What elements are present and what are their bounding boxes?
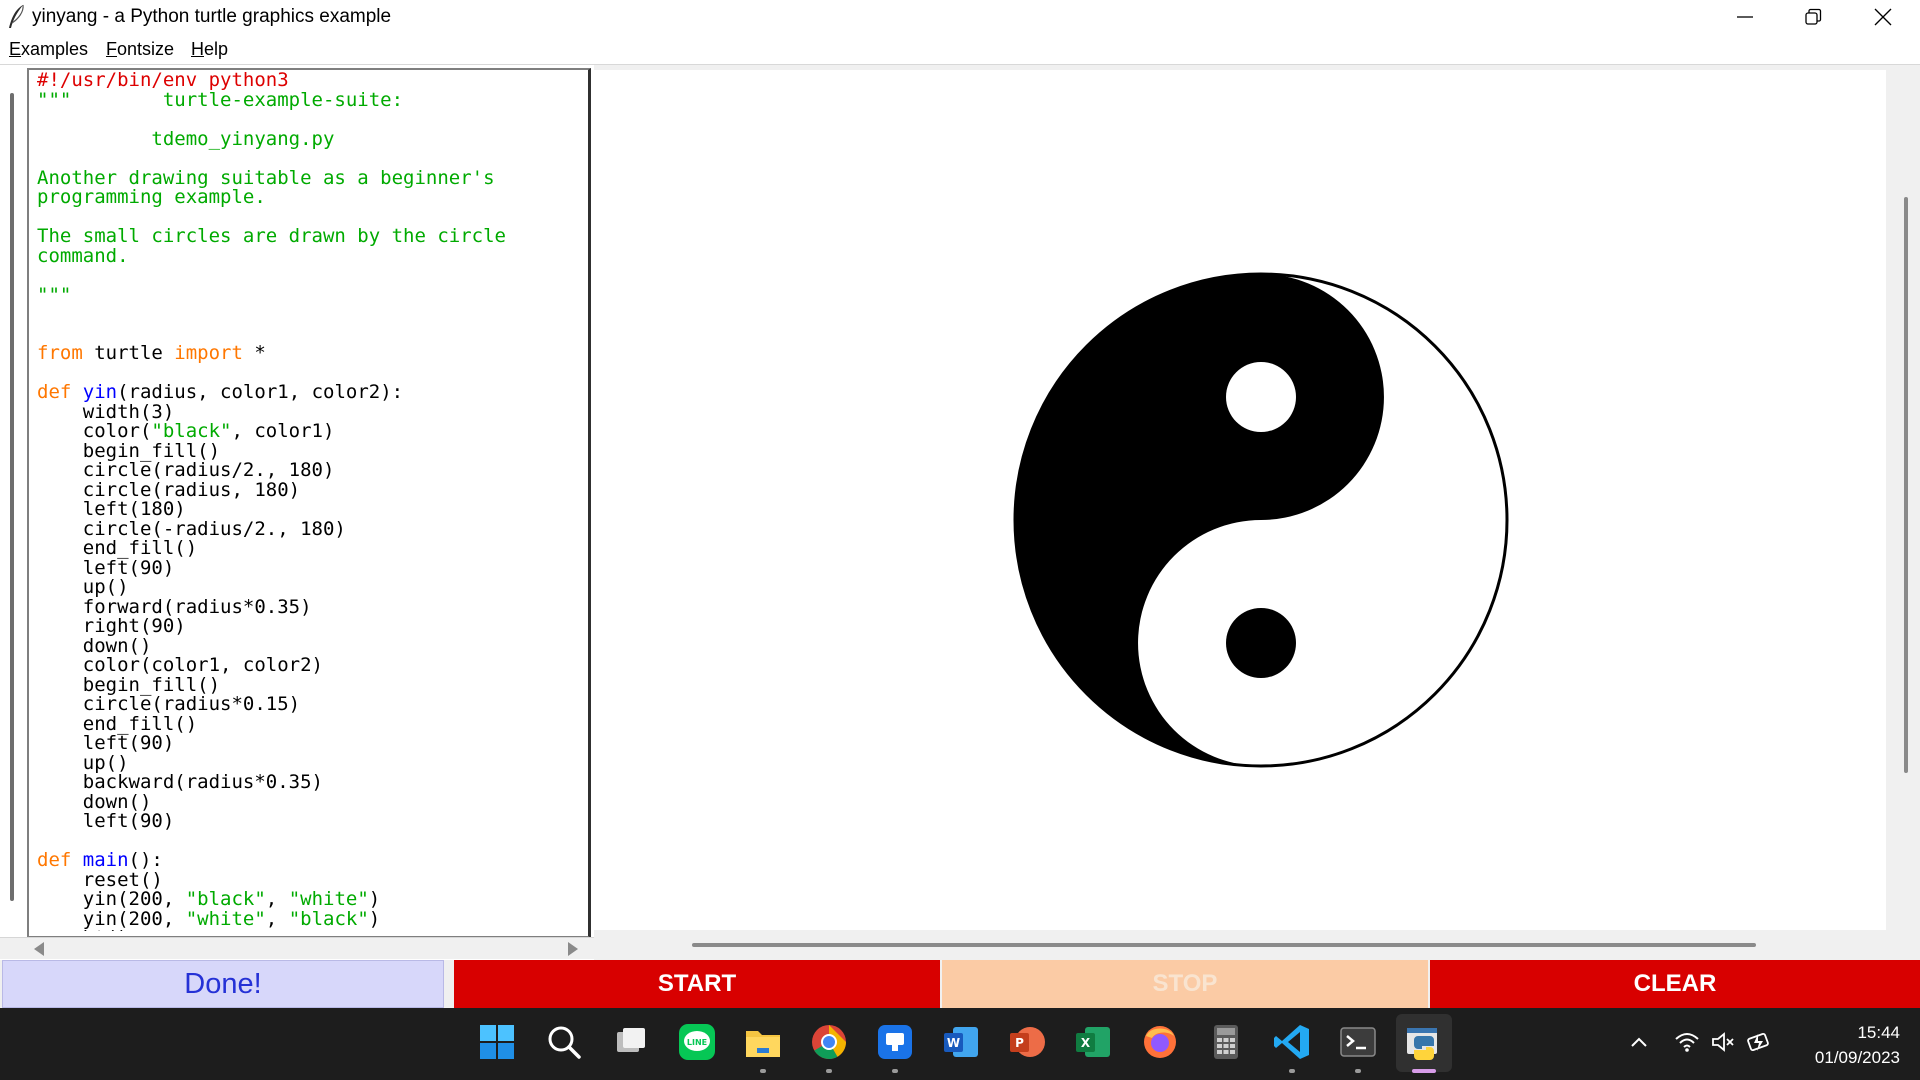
file-explorer-icon[interactable] (743, 1022, 783, 1062)
excel-icon[interactable]: X (1073, 1022, 1113, 1062)
code-line: """ (37, 283, 585, 306)
canvas-horizontal-scrollbar[interactable] (692, 943, 1756, 947)
window-title: yinyang - a Python turtle graphics examp… (32, 6, 392, 27)
windows-start-icon[interactable] (477, 1022, 517, 1062)
menu-fontsize[interactable]: Fontsize (106, 39, 174, 60)
vscode-running-indicator (1289, 1069, 1295, 1073)
clock-time: 15:44 (1857, 1023, 1900, 1042)
code-token: command. (37, 244, 129, 267)
clock-date: 01/09/2023 (1814, 1048, 1900, 1067)
battery-charging-icon[interactable] (1746, 1030, 1772, 1054)
svg-text:P: P (1015, 1036, 1024, 1050)
code-line: left(90) (37, 810, 585, 832)
firefox-icon[interactable] (1140, 1022, 1180, 1062)
task-view-icon[interactable] (611, 1022, 651, 1062)
code-panel: #!/usr/bin/env python3 """ turtle-example… (0, 65, 594, 960)
restore-button[interactable] (1780, 0, 1846, 34)
code-token: ) (368, 907, 381, 930)
code-line: command. (37, 244, 585, 267)
code-token: "black" (288, 907, 369, 930)
yinyang-black-dot (1226, 608, 1296, 678)
taskbar: LINE W P X 15:44 01/09/2023 (0, 1008, 1920, 1080)
menu-examples-label: xamples (21, 39, 89, 59)
code-token: programming example. (37, 186, 266, 208)
python-idle-running-indicator (1412, 1069, 1436, 1073)
menu-help-accel: H (191, 39, 204, 59)
terminal-icon[interactable] (1338, 1022, 1378, 1062)
yinyang-drawing (1013, 272, 1509, 768)
close-button[interactable] (1850, 0, 1916, 34)
menu-examples[interactable]: Examples (9, 39, 88, 60)
code-token: """ (37, 283, 72, 306)
code-viewer[interactable]: #!/usr/bin/env python3 """ turtle-example… (27, 68, 591, 938)
minimize-button[interactable] (1712, 0, 1778, 34)
code-line: """ turtle-example-suite: (37, 88, 585, 111)
title-bar: yinyang - a Python turtle graphics examp… (0, 0, 1920, 36)
code-token: import (174, 342, 243, 364)
line-app-icon[interactable]: LINE (677, 1022, 717, 1062)
code-token: turtle (82, 342, 175, 364)
word-icon[interactable]: W (941, 1022, 981, 1062)
code-token: """ turtle-example-suite: (37, 88, 404, 111)
code-token: , (265, 907, 289, 930)
code-text[interactable]: #!/usr/bin/env python3 """ turtle-example… (37, 71, 585, 931)
code-horizontal-scrollbar[interactable] (0, 937, 594, 959)
control-buttons: Done! START STOP CLEAR (0, 960, 1920, 1008)
feather-icon (9, 4, 24, 28)
close-icon (1874, 8, 1892, 26)
scroll-left-arrow-icon[interactable] (34, 942, 44, 956)
search-icon[interactable] (544, 1022, 584, 1062)
restore-icon (1805, 8, 1822, 25)
wifi-icon[interactable] (1674, 1030, 1700, 1054)
svg-text:LINE: LINE (687, 1038, 707, 1047)
minimize-icon (1737, 16, 1753, 18)
turtle-canvas[interactable] (594, 70, 1886, 930)
code-token: tdemo_yinyang.py (37, 127, 335, 150)
word-pad-running-indicator (892, 1069, 898, 1073)
menu-bar: Examples Fontsize Help (0, 36, 1920, 64)
terminal-running-indicator (1355, 1069, 1361, 1073)
code-line: tdemo_yinyang.py (37, 127, 585, 150)
menu-help-label: elp (204, 39, 229, 59)
powerpoint-icon[interactable]: P (1007, 1022, 1047, 1062)
menu-fontsize-accel: F (106, 39, 117, 59)
code-token: from (37, 342, 83, 364)
start-button[interactable]: START (454, 960, 940, 1008)
canvas-panel (594, 65, 1920, 960)
done-status-button[interactable]: Done! (2, 960, 444, 1008)
file-explorer-running-indicator (760, 1069, 766, 1073)
chrome-icon[interactable] (809, 1022, 849, 1062)
volume-muted-icon[interactable] (1710, 1030, 1736, 1054)
clear-button[interactable]: CLEAR (1430, 960, 1920, 1008)
code-vertical-scrollbar[interactable] (10, 93, 14, 901)
system-clock[interactable]: 15:44 01/09/2023 (1780, 1020, 1900, 1070)
calculator-icon[interactable] (1206, 1022, 1246, 1062)
code-token: ht() (37, 927, 129, 931)
menu-examples-accel: E (9, 39, 22, 59)
code-line: programming example. (37, 186, 585, 208)
code-token: , color1) (231, 420, 335, 442)
chevron-up-icon[interactable] (1630, 1035, 1648, 1049)
menu-help[interactable]: Help (191, 39, 228, 60)
code-token: "white" (185, 907, 266, 930)
svg-text:X: X (1081, 1036, 1091, 1050)
stop-button[interactable]: STOP (942, 960, 1428, 1008)
scroll-right-arrow-icon[interactable] (568, 942, 578, 956)
code-token: left(90) (37, 810, 175, 832)
canvas-vertical-scrollbar[interactable] (1904, 197, 1908, 773)
code-token: * (242, 342, 266, 364)
code-line: from turtle import * (37, 342, 585, 364)
word-pad-icon[interactable] (875, 1022, 915, 1062)
chrome-running-indicator (826, 1069, 832, 1073)
yinyang-white-dot (1226, 362, 1296, 432)
vscode-icon[interactable] (1272, 1022, 1312, 1062)
svg-text:W: W (947, 1036, 960, 1050)
menu-fontsize-label: ontsize (117, 39, 175, 59)
python-idle-icon[interactable] (1404, 1022, 1444, 1062)
